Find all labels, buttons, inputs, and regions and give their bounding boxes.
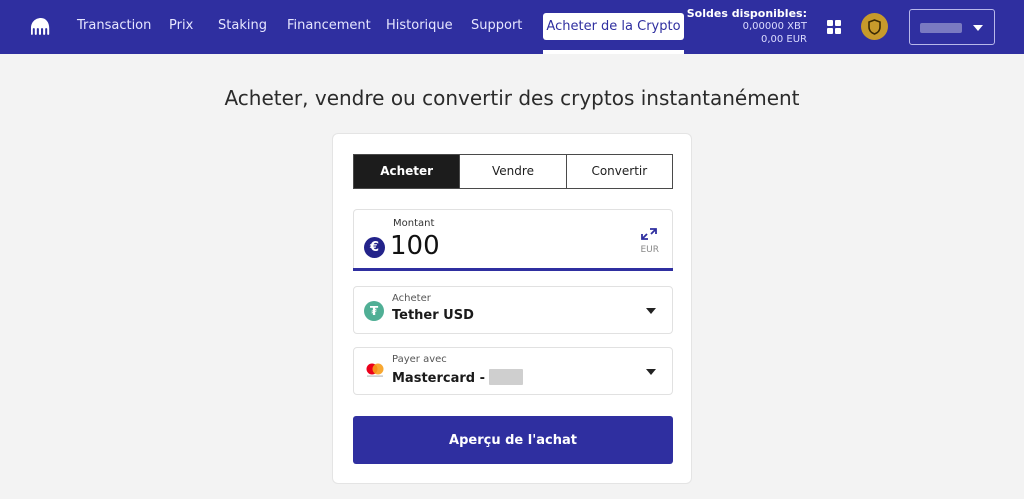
caret-down-icon — [646, 308, 656, 314]
amount-unit: EUR — [640, 245, 659, 255]
payment-method-name: Mastercard - — [392, 371, 486, 386]
tab-sell[interactable]: Vendre — [459, 155, 565, 188]
asset-select-label: Acheter — [392, 293, 431, 304]
page-title: Acheter, vendre ou convertir des cryptos… — [224, 86, 800, 110]
payment-select-value: Mastercard - — [392, 369, 524, 386]
amount-value[interactable]: 100 — [390, 231, 440, 261]
nav-tab-buy-crypto[interactable]: Acheter de la Crypto — [543, 13, 684, 40]
nav-item-prix[interactable]: Prix — [169, 18, 193, 33]
tether-icon: ₮ — [364, 301, 384, 321]
shield-icon — [868, 18, 881, 35]
amount-focus-underline — [353, 268, 673, 271]
top-navigation-bar: Transaction Prix Staking Financement His… — [0, 0, 1024, 54]
trade-card: Acheter Vendre Convertir Montant € 100 E… — [332, 133, 692, 484]
nav-item-staking[interactable]: Staking — [218, 18, 267, 33]
caret-down-icon — [973, 25, 983, 31]
tab-convert[interactable]: Convertir — [565, 155, 672, 188]
amount-label: Montant — [393, 218, 435, 229]
active-tab-indicator — [543, 50, 684, 54]
account-name-redacted — [920, 23, 962, 33]
amount-input[interactable]: Montant € 100 EUR — [353, 209, 673, 271]
nav-item-historique[interactable]: Historique — [386, 18, 453, 33]
apps-grid-icon[interactable] — [826, 19, 842, 35]
balance-xbt: 0,00000 XBT — [742, 21, 807, 32]
available-balances: Soldes disponibles: 0,00000 XBT 0,00 EUR — [687, 7, 807, 46]
trade-mode-tabs: Acheter Vendre Convertir — [353, 154, 673, 189]
balance-eur: 0,00 EUR — [760, 34, 807, 45]
euro-icon: € — [364, 237, 385, 258]
mastercard-icon — [366, 363, 384, 377]
asset-select[interactable]: ₮ Acheter Tether USD — [353, 286, 673, 334]
swap-arrows-icon[interactable] — [640, 227, 658, 241]
payment-method-select[interactable]: Payer avec Mastercard - — [353, 347, 673, 395]
verification-badge[interactable] — [861, 13, 888, 40]
nav-item-support[interactable]: Support — [471, 18, 522, 33]
nav-item-financement[interactable]: Financement — [287, 18, 371, 33]
card-number-redacted — [489, 369, 524, 385]
preview-purchase-button[interactable]: Aperçu de l'achat — [353, 416, 673, 464]
asset-select-value: Tether USD — [392, 308, 474, 323]
nav-item-transaction[interactable]: Transaction — [77, 18, 151, 33]
balances-title: Soldes disponibles: — [686, 7, 807, 20]
payment-select-label: Payer avec — [392, 354, 447, 365]
account-menu-dropdown[interactable] — [909, 9, 995, 45]
kraken-logo-icon[interactable] — [30, 17, 52, 37]
tab-buy[interactable]: Acheter — [354, 155, 460, 188]
caret-down-icon — [646, 369, 656, 375]
